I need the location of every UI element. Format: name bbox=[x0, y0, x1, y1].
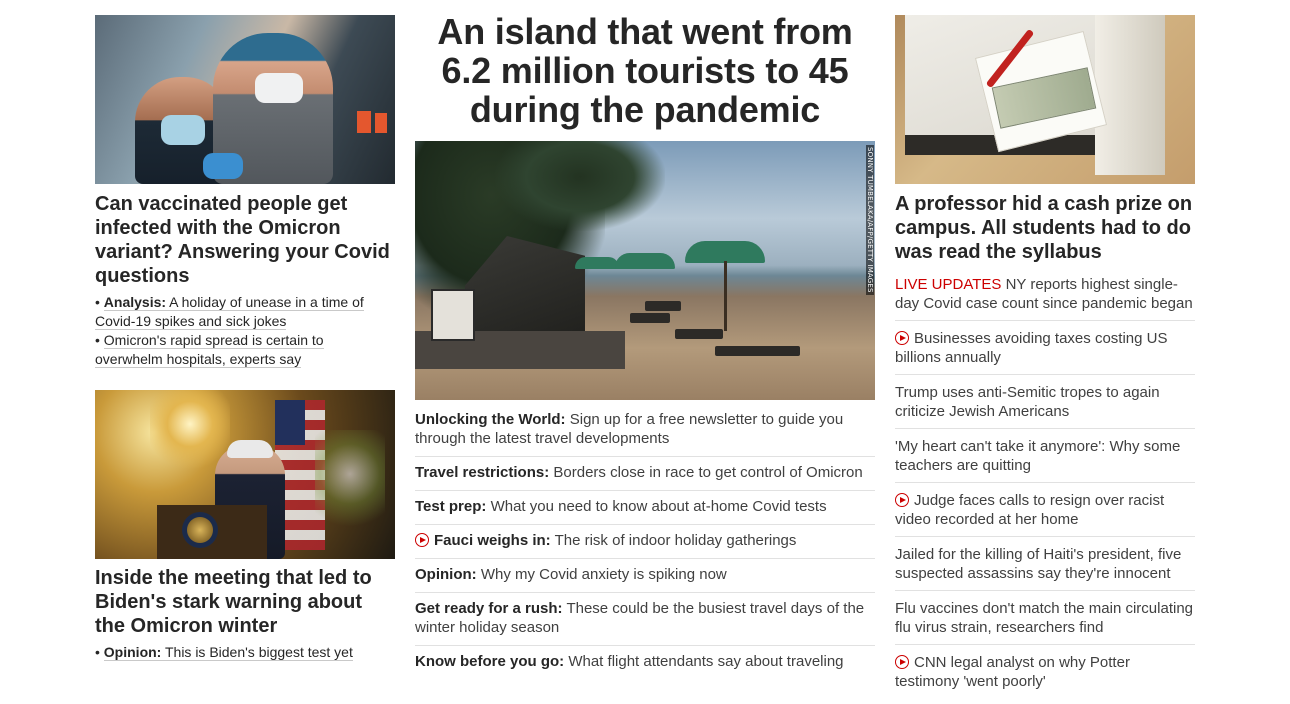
story-vaccinated: Can vaccinated people get infected with … bbox=[95, 15, 395, 369]
related-link-opinion[interactable]: • Opinion: This is Biden's biggest test … bbox=[95, 643, 395, 662]
list-item[interactable]: LIVE UPDATES NY reports highest single-d… bbox=[895, 270, 1195, 321]
list-item[interactable]: Flu vaccines don't match the main circul… bbox=[895, 591, 1195, 645]
right-column: A professor hid a cash prize on campus. … bbox=[895, 15, 1195, 698]
related-links: • Opinion: This is Biden's biggest test … bbox=[95, 643, 395, 662]
related-link-analysis[interactable]: • Analysis: A holiday of unease in a tim… bbox=[95, 293, 395, 331]
list-item[interactable]: Businesses avoiding taxes costing US bil… bbox=[895, 321, 1195, 375]
list-item[interactable]: Jailed for the killing of Haiti's presid… bbox=[895, 537, 1195, 591]
related-stories-list: Unlocking the World: Sign up for a free … bbox=[415, 404, 875, 679]
list-item[interactable]: Opinion: Why my Covid anxiety is spiking… bbox=[415, 559, 875, 593]
related-links: • Analysis: A holiday of unease in a tim… bbox=[95, 293, 395, 369]
list-item[interactable]: Travel restrictions: Borders close in ra… bbox=[415, 457, 875, 491]
story-biden: Inside the meeting that led to Biden's s… bbox=[95, 390, 395, 662]
list-item[interactable]: Test prep: What you need to know about a… bbox=[415, 491, 875, 525]
list-item[interactable]: Trump uses anti-Semitic tropes to again … bbox=[895, 375, 1195, 429]
left-column: Can vaccinated people get infected with … bbox=[95, 15, 395, 661]
cash-prize-photo[interactable] bbox=[895, 15, 1195, 184]
headline-vaccinated-omicron[interactable]: Can vaccinated people get infected with … bbox=[95, 193, 390, 287]
center-column: An island that went from 6.2 million tou… bbox=[415, 12, 875, 679]
live-updates-label: LIVE UPDATES bbox=[895, 276, 1002, 293]
bali-beach-photo[interactable]: SONNY TUMBELAKA/AFP/GETTY IMAGES bbox=[415, 141, 875, 400]
play-circle-icon bbox=[895, 331, 909, 345]
list-item[interactable]: CNN legal analyst on why Potter testimon… bbox=[895, 645, 1195, 698]
list-item[interactable]: Know before you go: What flight attendan… bbox=[415, 646, 875, 679]
list-item[interactable]: Get ready for a rush: These could be the… bbox=[415, 593, 875, 646]
headline-cash-prize[interactable]: A professor hid a cash prize on campus. … bbox=[895, 193, 1192, 263]
lead-headline[interactable]: An island that went from 6.2 million tou… bbox=[437, 11, 852, 130]
vaccination-photo[interactable] bbox=[95, 15, 395, 184]
photo-credit: SONNY TUMBELAKA/AFP/GETTY IMAGES bbox=[866, 145, 874, 295]
play-circle-icon bbox=[895, 655, 909, 669]
headline-list: LIVE UPDATES NY reports highest single-d… bbox=[895, 270, 1195, 698]
play-circle-icon bbox=[415, 533, 429, 547]
related-link-hospitals[interactable]: • Omicron's rapid spread is certain to o… bbox=[95, 331, 395, 369]
list-item[interactable]: Judge faces calls to resign over racist … bbox=[895, 483, 1195, 537]
list-item[interactable]: 'My heart can't take it anymore': Why so… bbox=[895, 429, 1195, 483]
play-circle-icon bbox=[895, 493, 909, 507]
list-item[interactable]: Unlocking the World: Sign up for a free … bbox=[415, 404, 875, 457]
biden-photo[interactable] bbox=[95, 390, 395, 559]
headline-biden-meeting[interactable]: Inside the meeting that led to Biden's s… bbox=[95, 567, 372, 637]
list-item[interactable]: Fauci weighs in: The risk of indoor holi… bbox=[415, 525, 875, 559]
